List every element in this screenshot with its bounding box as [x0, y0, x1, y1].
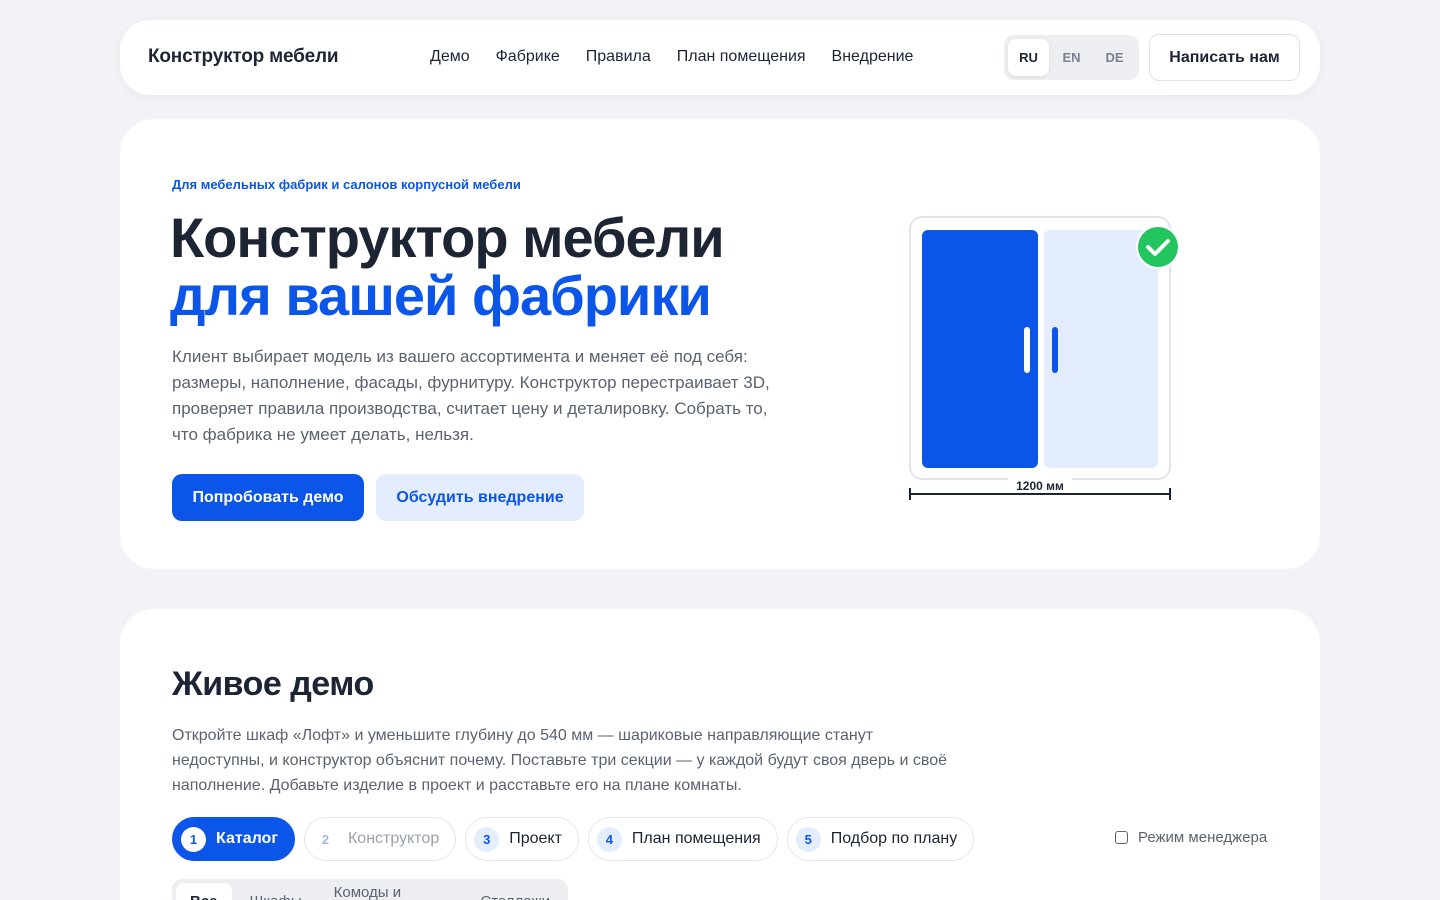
- step-label: Проект: [509, 830, 562, 847]
- filter-tab-shelves[interactable]: Стеллажи: [466, 883, 564, 900]
- wardrobe-handle-right: [1052, 327, 1058, 373]
- wardrobe-door-right: [1044, 230, 1158, 468]
- step-room-plan[interactable]: 4 План помещения: [587, 817, 778, 861]
- catalog-filter-tabs: Все Шкафы Комоды и тумбы Стеллажи: [172, 879, 568, 900]
- step-label: Конструктор: [347, 830, 440, 847]
- step-number: 2: [312, 826, 338, 852]
- width-label: 1200 мм: [1016, 479, 1064, 493]
- nav-link-rules[interactable]: Правила: [586, 48, 651, 66]
- main-nav: Демо Фабрике Правила План помещения Внед…: [430, 48, 939, 66]
- manager-mode-toggle[interactable]: Режим менеджера: [1115, 829, 1267, 846]
- hero-section: Для мебельных фабрик и салонов корпусной…: [120, 119, 1320, 569]
- demo-section: Живое демо Откройте шкаф «Лофт» и уменьш…: [120, 609, 1320, 900]
- step-number: 3: [474, 826, 500, 852]
- try-demo-button[interactable]: Попробовать демо: [172, 474, 364, 521]
- demo-title: Живое демо: [172, 665, 374, 703]
- lang-de-button[interactable]: DE: [1094, 39, 1135, 76]
- nav-link-implementation[interactable]: Внедрение: [832, 48, 914, 66]
- step-plan-matching[interactable]: 5 Подбор по плану: [786, 817, 975, 861]
- filter-tab-wardrobes[interactable]: Шкафы: [236, 883, 316, 900]
- hero-title-line2: для вашей фабрики: [170, 264, 712, 327]
- step-label: План помещения: [631, 830, 761, 847]
- site-header: Конструктор мебели Демо Фабрике Правила …: [120, 20, 1320, 95]
- step-constructor[interactable]: 2 Конструктор: [303, 817, 457, 861]
- demo-steps: 1 Каталог 2 Конструктор 3 Проект 4 План …: [172, 817, 975, 861]
- wardrobe-door-left: [922, 230, 1038, 468]
- wardrobe-illustration: 1200 мм: [909, 216, 1180, 500]
- hero-description: Клиент выбирает модель из вашего ассорти…: [172, 347, 770, 444]
- nav-link-demo[interactable]: Демо: [430, 48, 470, 66]
- step-number: 1: [181, 826, 206, 852]
- nav-link-room-plan[interactable]: План помещения: [677, 48, 806, 66]
- step-label: Подбор по плану: [830, 830, 958, 847]
- discuss-implementation-button[interactable]: Обсудить внедрение: [376, 474, 584, 521]
- hero-title: Конструктор мебели для вашей фабрики: [170, 206, 725, 327]
- hero-eyebrow: Для мебельных фабрик и салонов корпусной…: [172, 177, 521, 192]
- step-project[interactable]: 3 Проект: [465, 817, 579, 861]
- wardrobe-handle-left: [1024, 327, 1030, 373]
- step-number: 4: [596, 826, 622, 852]
- step-label: Каталог: [216, 830, 278, 847]
- demo-description: Откройте шкаф «Лофт» и уменьшите глубину…: [172, 727, 948, 794]
- contact-button[interactable]: Написать нам: [1149, 34, 1300, 81]
- filter-tab-all[interactable]: Все: [176, 883, 232, 900]
- lang-en-button[interactable]: EN: [1051, 39, 1092, 76]
- step-number: 5: [795, 826, 821, 852]
- manager-mode-label: Режим менеджера: [1138, 829, 1268, 846]
- nav-link-factory[interactable]: Фабрике: [496, 48, 560, 66]
- check-circle-icon: [1136, 225, 1180, 269]
- hero-title-line1: Конструктор мебели: [170, 206, 725, 269]
- logo[interactable]: Конструктор мебели: [148, 46, 339, 68]
- filter-tab-dressers[interactable]: Комоды и тумбы: [320, 883, 463, 900]
- lang-ru-button[interactable]: RU: [1008, 39, 1049, 76]
- step-catalog[interactable]: 1 Каталог: [172, 817, 295, 861]
- manager-mode-checkbox[interactable]: [1115, 831, 1128, 844]
- language-switcher: RU EN DE: [1004, 35, 1139, 80]
